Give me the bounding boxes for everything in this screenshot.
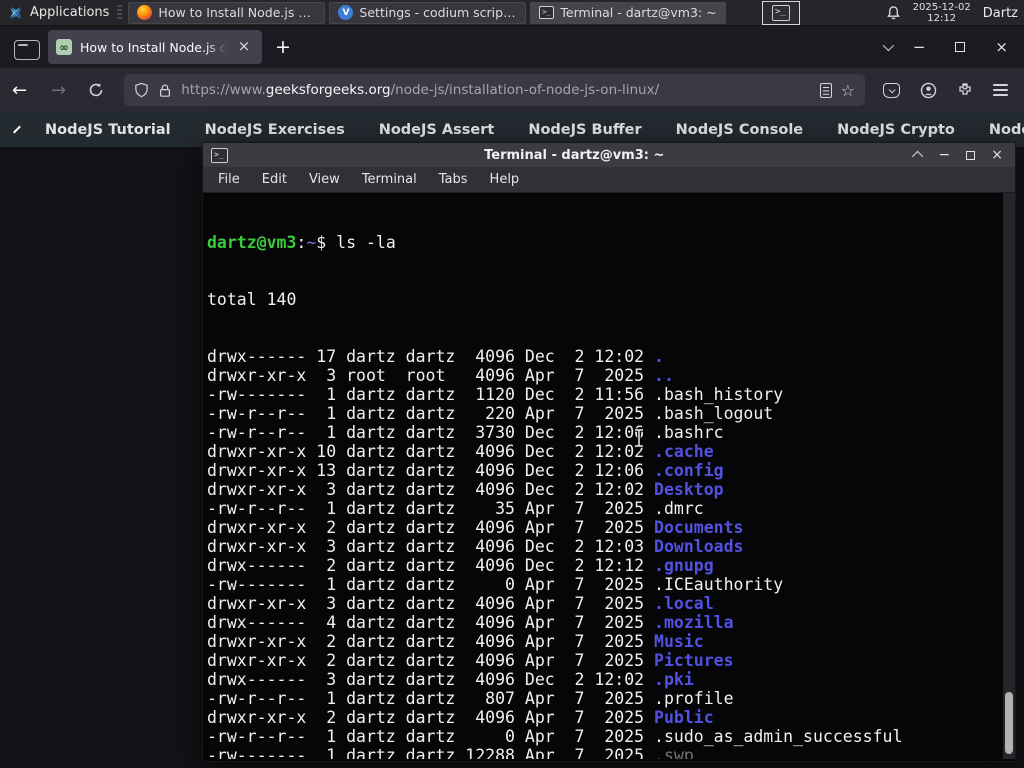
clock[interactable]: 2025-12-02 12:12 xyxy=(913,2,971,24)
window-close-button[interactable]: × xyxy=(987,39,1016,55)
desktop: Applications How to Install Node.js o...… xyxy=(0,0,1024,768)
menu-hamburger-icon[interactable] xyxy=(993,84,1008,96)
browser-toolbar: ← → https://www.geeksforgeeks.org/node-j… xyxy=(0,68,1024,112)
terminal-window-title: Terminal - dartz@vm3: ~ xyxy=(484,147,665,163)
terminal-window-controls: − × xyxy=(911,148,1007,163)
url-bar[interactable]: https://www.geeksforgeeks.org/node-js/in… xyxy=(124,74,865,106)
nav-item-exercises[interactable]: NodeJS Exercises xyxy=(188,122,362,138)
url-path: /node-js/installation-of-node-js-on-linu… xyxy=(390,82,660,98)
menu-help[interactable]: Help xyxy=(481,169,529,190)
nav-scroll-left-icon[interactable] xyxy=(13,125,21,134)
window-maximize-button[interactable] xyxy=(955,42,966,52)
reader-mode-icon[interactable] xyxy=(819,82,832,98)
taskbar-window-codium[interactable]: V Settings - codium script... xyxy=(329,1,527,24)
reload-button[interactable] xyxy=(88,82,104,98)
pocket-icon[interactable] xyxy=(883,82,900,98)
nav-item-assert[interactable]: NodeJS Assert xyxy=(362,122,512,138)
account-icon[interactable] xyxy=(920,82,937,99)
window-minimize-button[interactable]: − xyxy=(905,39,934,55)
taskbar-window-firefox[interactable]: How to Install Node.js o... xyxy=(128,1,326,24)
taskbar-label: How to Install Node.js o... xyxy=(158,5,317,20)
tabbar-controls: − × xyxy=(882,26,1016,68)
firefox-view-icon[interactable] xyxy=(14,40,40,60)
nav-item-console[interactable]: NodeJS Console xyxy=(659,122,821,138)
extensions-icon[interactable] xyxy=(957,82,973,98)
system-tray: >_ xyxy=(762,1,800,25)
terminal-menubar: File Edit View Terminal Tabs Help xyxy=(203,167,1015,193)
nav-item-dns[interactable]: NodeJS DNS xyxy=(972,122,1024,138)
clock-date: 2025-12-02 xyxy=(912,2,971,13)
taskbar-window-terminal[interactable]: >_ Terminal - dartz@vm3: ~ xyxy=(530,1,726,24)
terminal-minimize-button[interactable]: − xyxy=(939,148,951,162)
vscodium-icon: V xyxy=(338,5,354,20)
shield-icon[interactable] xyxy=(134,82,149,98)
terminal-icon: >_ xyxy=(211,147,228,163)
menu-edit[interactable]: Edit xyxy=(253,169,296,190)
user-menu[interactable]: Dartz xyxy=(983,6,1018,21)
terminal-maximize-button[interactable] xyxy=(966,150,976,160)
top-panel: Applications How to Install Node.js o...… xyxy=(0,0,1024,26)
new-tab-button[interactable]: + xyxy=(268,32,298,62)
terminal-icon: >_ xyxy=(772,5,790,21)
menu-file[interactable]: File xyxy=(209,169,249,190)
tab-close-icon[interactable]: × xyxy=(234,37,254,57)
terminal-titlebar[interactable]: >_ Terminal - dartz@vm3: ~ − × xyxy=(203,143,1015,167)
notification-bell-icon[interactable] xyxy=(886,5,901,21)
gfg-favicon: ∞ xyxy=(56,39,72,55)
firefox-icon xyxy=(137,5,153,20)
panel-separator xyxy=(117,4,123,21)
nav-item-crypto[interactable]: NodeJS Crypto xyxy=(820,122,972,138)
taskbar-label: Settings - codium script... xyxy=(359,5,518,20)
applications-icon xyxy=(10,6,22,19)
terminal-scrollbar[interactable] xyxy=(1003,193,1015,759)
clock-time: 12:12 xyxy=(927,13,957,24)
tab-title: How to Install Node.js on xyxy=(80,39,226,55)
panel-right-area: 2025-12-02 12:12 Dartz xyxy=(886,0,1018,26)
back-button[interactable]: ← xyxy=(0,80,39,101)
browser-tab-bar: ∞ How to Install Node.js on × + − × xyxy=(0,26,1024,68)
applications-label: Applications xyxy=(30,5,110,20)
menu-tabs[interactable]: Tabs xyxy=(430,169,477,190)
url-text: https://www.geeksforgeeks.org/node-js/in… xyxy=(181,82,810,98)
terminal-icon: >_ xyxy=(539,6,555,19)
terminal-scrollbar-thumb[interactable] xyxy=(1005,692,1013,754)
terminal-close-button[interactable]: × xyxy=(991,148,1003,162)
menu-terminal[interactable]: Terminal xyxy=(353,169,426,190)
bookmark-star-icon[interactable]: ☆ xyxy=(841,81,855,100)
menu-view[interactable]: View xyxy=(300,169,349,190)
terminal-screen[interactable]: dartz@vm3:~$ ls -la total 140 drwx------… xyxy=(203,193,1015,759)
terminal-window: >_ Terminal - dartz@vm3: ~ − × File Edit… xyxy=(202,142,1016,762)
terminal-prompt-line: dartz@vm3:~$ ls -la xyxy=(207,233,396,252)
lock-icon[interactable] xyxy=(158,83,172,98)
applications-menu-button[interactable]: Applications xyxy=(0,0,117,25)
toolbar-right-icons xyxy=(883,82,1024,99)
nav-item-buffer[interactable]: NodeJS Buffer xyxy=(511,122,658,138)
forward-button[interactable]: → xyxy=(39,80,78,101)
browser-tab-active[interactable]: ∞ How to Install Node.js on × xyxy=(48,30,262,64)
url-scheme: https://www. xyxy=(181,82,266,98)
nav-item-tutorial[interactable]: NodeJS Tutorial xyxy=(28,122,188,138)
list-all-tabs-icon[interactable] xyxy=(882,39,894,52)
terminal-launcher-button[interactable]: >_ xyxy=(762,1,800,25)
url-host: geeksforgeeks.org xyxy=(265,82,391,98)
taskbar-label: Terminal - dartz@vm3: ~ xyxy=(560,5,717,20)
terminal-total-line: total 140 xyxy=(207,290,297,309)
mouse-cursor xyxy=(635,428,643,448)
terminal-listing: drwx------ 17 dartz dartz 4096 Dec 2 12:… xyxy=(207,347,903,759)
